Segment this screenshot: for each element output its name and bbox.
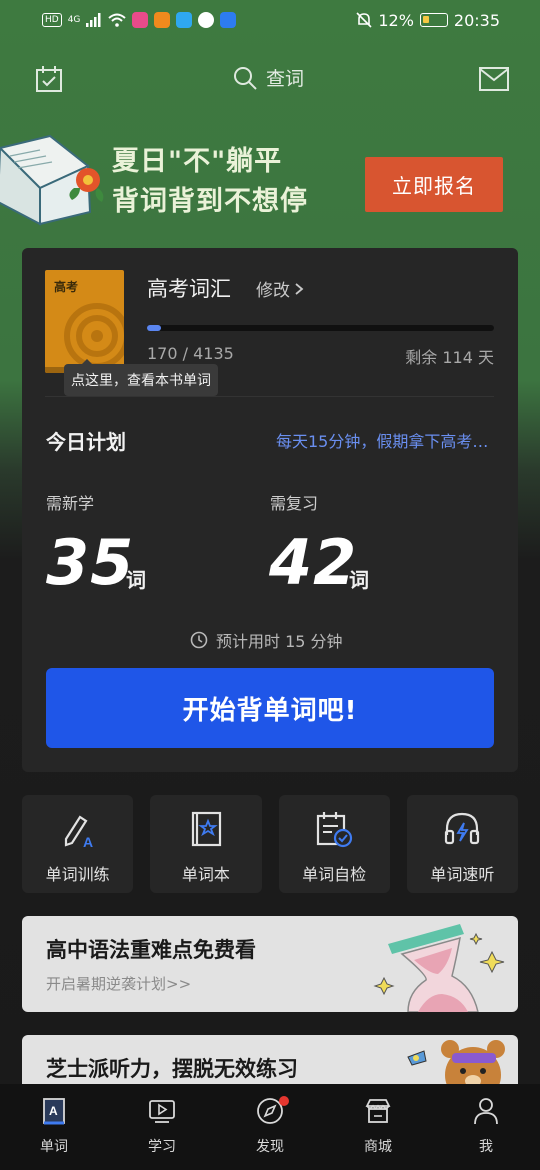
bell-off-icon: [356, 12, 372, 28]
star-book-icon: [191, 811, 221, 847]
network-type: 4G: [67, 15, 81, 25]
feature-wordbook[interactable]: 单词本: [150, 795, 262, 893]
app-notification-icon: [176, 12, 193, 28]
hourglass-illustration: [373, 924, 505, 1012]
progress-fill: [147, 325, 162, 331]
app-notification-icon: [198, 12, 215, 28]
bottom-navigation: A 单词 学习 发现 商城 我: [0, 1084, 540, 1170]
feature-label: 单词自检: [302, 865, 367, 884]
book-a-icon: A: [43, 1098, 65, 1125]
nav-me[interactable]: 我: [432, 1084, 540, 1170]
battery-percent: 12%: [378, 10, 414, 30]
nav-label: 学习: [148, 1139, 176, 1155]
open-book-illustration: [0, 134, 104, 226]
status-bar: HD 4G 12% 20:35: [0, 0, 540, 40]
feature-word-training[interactable]: A 单词训练: [22, 795, 134, 893]
plan-hint-link[interactable]: 每天15分钟，假期拿下高考词汇: [276, 428, 498, 452]
calendar-check-icon[interactable]: [34, 64, 64, 94]
svg-text:A: A: [49, 1104, 58, 1118]
pen-letter-icon: A: [64, 815, 93, 849]
divider: [45, 396, 494, 397]
clock: 20:35: [453, 10, 500, 30]
nav-label: 发现: [256, 1139, 284, 1155]
time-estimate: 预计用时 15 分钟: [190, 628, 343, 652]
new-words-count: 35: [46, 526, 135, 599]
review-words-count: 42: [269, 526, 358, 599]
nav-label: 商城: [364, 1139, 392, 1155]
app-notification-icon: [132, 12, 149, 28]
hd-badge: HD: [42, 13, 62, 27]
progress-count: 170 / 4135: [147, 344, 234, 363]
days-remaining: 剩余 114 天: [405, 348, 494, 367]
chevron-right-icon: [295, 282, 304, 295]
nav-label: 单词: [40, 1139, 68, 1155]
banner-line-2: 背词背到不想停: [112, 186, 308, 217]
calendar-check-icon: [317, 812, 353, 848]
battery-icon: [419, 13, 448, 27]
nav-learn[interactable]: 学习: [108, 1084, 216, 1170]
wordbook-name: 高考词汇: [147, 277, 231, 301]
review-words-label: 需复习: [270, 494, 319, 513]
headphones-bolt-icon: [445, 812, 480, 845]
play-screen-icon: [149, 1100, 175, 1123]
study-plan-card: 高考 点这里，查看本书单词 高考词汇 修改 170 / 4135 剩余 114 …: [22, 248, 518, 772]
feature-label: 单词训练: [45, 865, 110, 884]
today-plan-title: 今日计划: [46, 430, 126, 454]
nav-store[interactable]: 商城: [324, 1084, 432, 1170]
feature-quick-listen[interactable]: 单词速听: [406, 795, 518, 893]
promo-subtitle: 开启暑期逆袭计划>>: [46, 975, 192, 993]
promo-title: 芝士派听力，摆脱无效练习: [46, 1057, 298, 1081]
signup-button[interactable]: 立即报名: [365, 157, 503, 212]
mail-icon[interactable]: [478, 66, 510, 92]
time-estimate-text: 预计用时 15 分钟: [216, 632, 343, 651]
banner-headline: 夏日"不"躺平 背词背到不想停: [112, 142, 308, 222]
new-words-label: 需新学: [46, 494, 95, 513]
wordbook-tooltip[interactable]: 点这里，查看本书单词: [64, 359, 218, 396]
store-icon: [365, 1099, 391, 1123]
app-notification-icon: [220, 12, 237, 28]
nav-label: 我: [479, 1139, 493, 1155]
clock-icon: [190, 631, 208, 649]
feature-label: 单词速听: [430, 865, 495, 884]
new-words-unit: 词: [126, 568, 146, 592]
feature-grid: A 单词训练 单词本 单词自检 单词速听: [22, 795, 518, 893]
nav-words[interactable]: A 单词: [0, 1084, 108, 1170]
modify-book-button[interactable]: 修改: [256, 276, 304, 301]
signal-icon: [86, 13, 101, 27]
wifi-icon: [108, 13, 127, 27]
notification-dot: [279, 1096, 289, 1106]
feature-label: 单词本: [181, 865, 230, 884]
modify-label: 修改: [256, 281, 290, 301]
search-button[interactable]: 查词: [232, 64, 304, 91]
nav-discover[interactable]: 发现: [216, 1084, 324, 1170]
learning-progress-bar: [147, 325, 494, 331]
search-icon: [234, 66, 257, 90]
search-label: 查词: [266, 68, 305, 90]
person-icon: [474, 1098, 498, 1125]
promo-title: 高中语法重难点免费看: [46, 938, 256, 962]
review-words-unit: 词: [349, 568, 369, 592]
start-memorize-button[interactable]: 开始背单词吧!: [46, 668, 494, 748]
feature-self-check[interactable]: 单词自检: [278, 795, 390, 893]
banner-line-1: 夏日"不"躺平: [112, 146, 283, 177]
top-bar: 查词: [0, 56, 540, 102]
svg-text:A: A: [83, 834, 93, 849]
grammar-promo-card[interactable]: 高中语法重难点免费看 开启暑期逆袭计划>>: [22, 916, 518, 1012]
promo-banner[interactable]: 夏日"不"躺平 背词背到不想停 立即报名: [0, 128, 540, 246]
app-notification-icon: [154, 12, 171, 28]
